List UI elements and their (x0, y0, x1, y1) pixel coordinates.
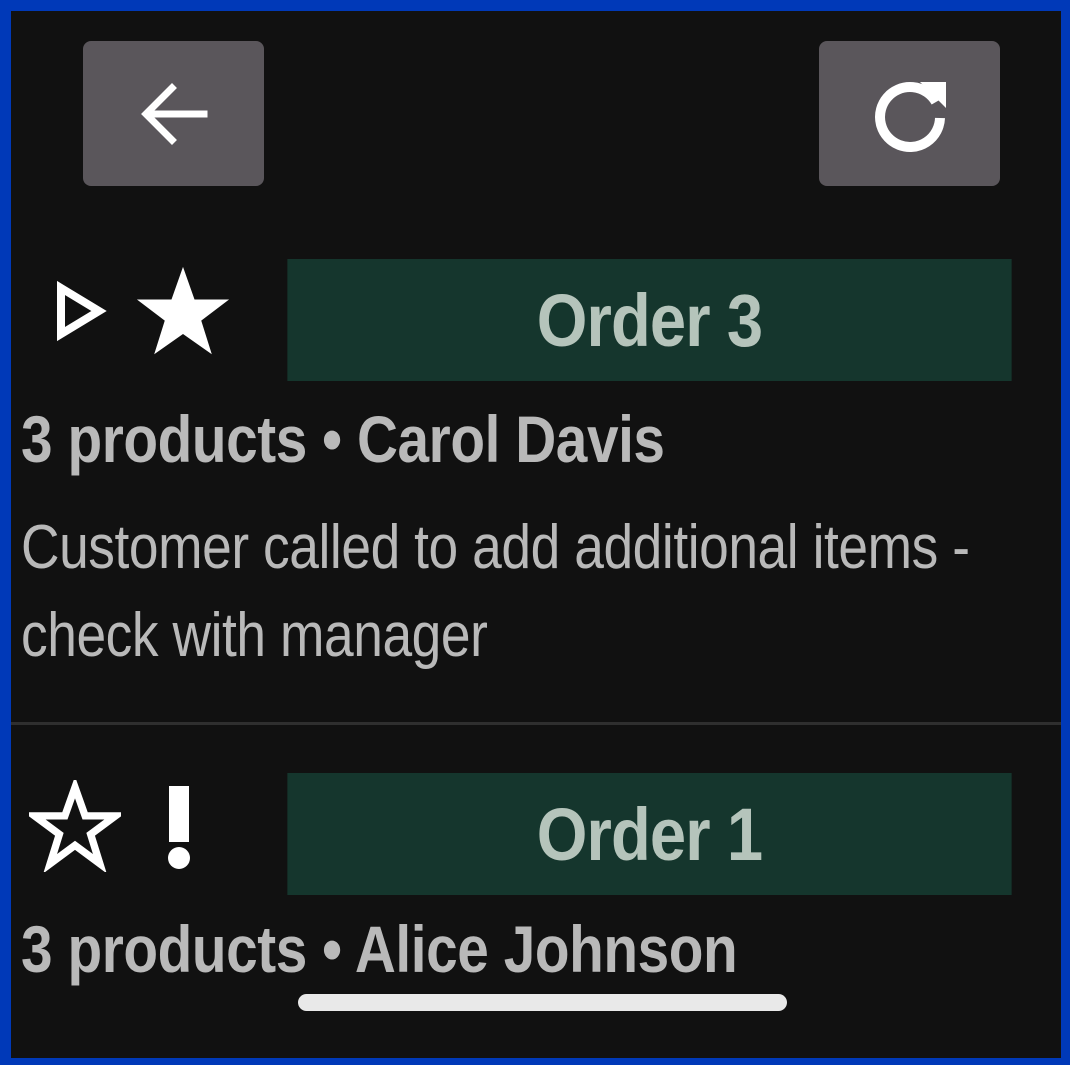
order-status-icons (51, 266, 231, 356)
star-filled-icon (136, 266, 230, 355)
order-title-banner: Order 1 (287, 773, 1012, 895)
refresh-button[interactable] (819, 41, 1000, 186)
home-indicator[interactable] (298, 994, 787, 1011)
refresh-icon (874, 81, 946, 152)
order-status-icons (29, 780, 199, 872)
order-note: Customer called to add additional items … (21, 513, 970, 670)
order-summary: 3 products • Alice Johnson (21, 912, 738, 986)
exclamation-icon (168, 786, 190, 869)
app-screen: Order 3 3 products • Carol Davis Custome… (11, 11, 1061, 1058)
order-summary: 3 products • Carol Davis (21, 402, 665, 476)
star-outline-icon (29, 780, 121, 872)
arrow-left-icon (140, 82, 207, 145)
play-outline-icon (57, 280, 107, 342)
list-divider (11, 722, 1061, 725)
back-button[interactable] (83, 41, 264, 186)
order-title-banner: Order 3 (287, 259, 1012, 381)
